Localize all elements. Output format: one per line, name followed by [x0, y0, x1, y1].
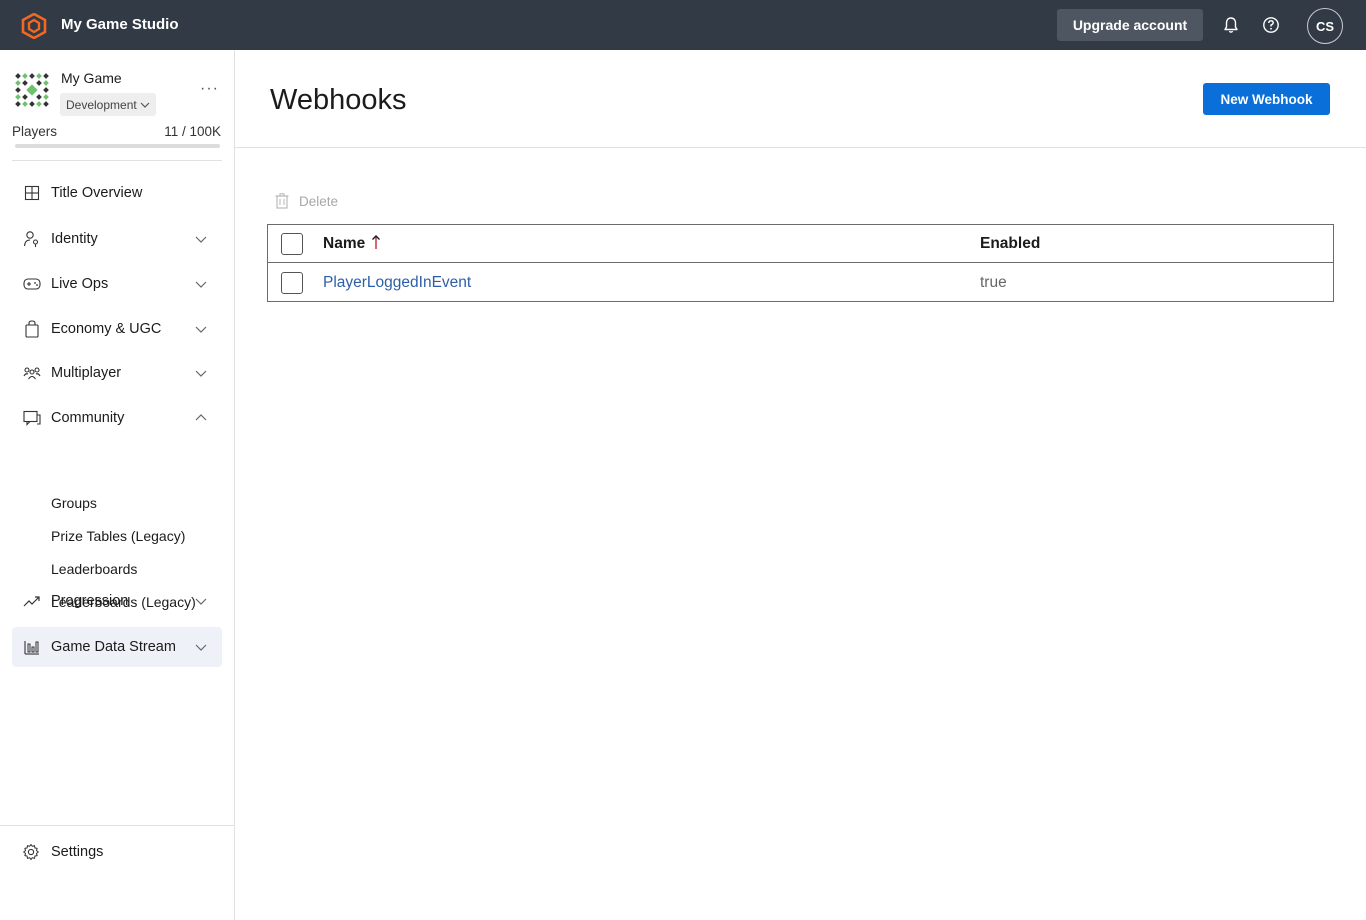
- webhook-enabled-value: true: [980, 274, 1007, 291]
- select-all-checkbox[interactable]: [281, 232, 303, 255]
- bar-chart-icon: [22, 637, 42, 657]
- header-divider: [235, 147, 1366, 148]
- nav-item-economy-ugc[interactable]: Economy & UGC: [12, 309, 222, 349]
- chevron-down-icon: [195, 598, 207, 605]
- playfab-logo-icon[interactable]: [21, 13, 47, 39]
- shopping-bag-icon: [22, 319, 42, 339]
- sort-ascending-icon: [372, 235, 381, 249]
- new-webhook-button[interactable]: New Webhook: [1203, 83, 1330, 115]
- top-bar: My Game Studio Upgrade account CS: [0, 0, 1366, 50]
- chevron-down-icon: [195, 281, 207, 288]
- nav-label: Multiplayer: [51, 365, 122, 381]
- studio-name[interactable]: My Game Studio: [61, 16, 179, 33]
- chevron-down-icon: [195, 236, 207, 243]
- nav-label: Progression: [51, 593, 129, 609]
- trend-icon: [22, 591, 42, 611]
- nav-item-community[interactable]: Community: [12, 398, 222, 438]
- chevron-up-icon: [195, 414, 207, 421]
- trash-icon: [275, 193, 289, 209]
- nav-label: Economy & UGC: [51, 321, 162, 337]
- nav-label: Game Data Stream: [51, 639, 176, 655]
- game-name[interactable]: My Game: [61, 70, 122, 86]
- sub-item-prize-tables-legacy[interactable]: Prize Tables (Legacy): [51, 528, 185, 544]
- environment-label: Development: [66, 97, 137, 112]
- webhook-name-link[interactable]: PlayerLoggedInEvent: [323, 274, 471, 292]
- settings-divider: [0, 825, 234, 826]
- row-checkbox[interactable]: [281, 272, 303, 294]
- nav-label: Live Ops: [51, 276, 109, 292]
- environment-selector[interactable]: Development: [60, 93, 156, 116]
- notification-bell-icon[interactable]: [1221, 15, 1241, 35]
- players-progress-bar: [15, 144, 220, 148]
- avatar-initials: CS: [1315, 18, 1335, 34]
- nav-item-live-ops[interactable]: Live Ops: [12, 264, 222, 304]
- nav-label: Community: [51, 410, 125, 426]
- nav-item-identity[interactable]: Identity: [12, 219, 222, 259]
- column-header-enabled[interactable]: Enabled: [980, 235, 1040, 253]
- sidebar-divider: [12, 160, 222, 161]
- grid-icon: [22, 183, 42, 203]
- more-options-button[interactable]: ···: [200, 80, 219, 98]
- page-title: Webhooks: [270, 84, 407, 116]
- table-row: PlayerLoggedInEvent true: [268, 264, 1333, 302]
- person-key-icon: [22, 229, 42, 249]
- chevron-down-icon: [140, 102, 150, 108]
- column-header-name[interactable]: Name: [323, 234, 381, 253]
- nav-item-multiplayer[interactable]: Multiplayer: [12, 353, 222, 393]
- gamepad-icon: [22, 274, 42, 294]
- chevron-down-icon: [195, 326, 207, 333]
- players-count: 11 / 100K: [164, 124, 221, 139]
- table-header-row: Name Enabled: [268, 225, 1333, 263]
- sub-item-groups[interactable]: Groups: [51, 495, 97, 511]
- webhooks-table: Name Enabled PlayerLoggedInEvent true: [267, 224, 1334, 302]
- people-icon: [22, 363, 42, 383]
- players-label: Players: [12, 124, 58, 139]
- sidebar: My Game Development ··· Players 11 / 100…: [0, 50, 235, 920]
- user-avatar[interactable]: CS: [1307, 8, 1343, 44]
- nav-item-game-data-stream[interactable]: Game Data Stream: [12, 627, 222, 667]
- nav-label: Identity: [51, 231, 98, 247]
- sub-item-leaderboards[interactable]: Leaderboards: [51, 561, 137, 577]
- column-name-label: Name: [323, 235, 366, 252]
- nav-item-settings[interactable]: Settings: [22, 840, 103, 864]
- settings-label: Settings: [51, 844, 104, 860]
- chevron-down-icon: [195, 370, 207, 377]
- gear-icon: [22, 843, 40, 861]
- chat-icon: [22, 408, 42, 428]
- nav-label: Title Overview: [51, 185, 143, 201]
- nav-item-title-overview[interactable]: Title Overview: [12, 173, 222, 213]
- help-icon[interactable]: [1261, 15, 1281, 35]
- upgrade-account-button[interactable]: Upgrade account: [1057, 9, 1203, 41]
- nav-item-progression[interactable]: Progression: [12, 581, 222, 621]
- delete-button[interactable]: Delete: [275, 193, 338, 209]
- delete-label: Delete: [299, 193, 339, 209]
- game-icon: [15, 73, 49, 107]
- chevron-down-icon: [195, 644, 207, 651]
